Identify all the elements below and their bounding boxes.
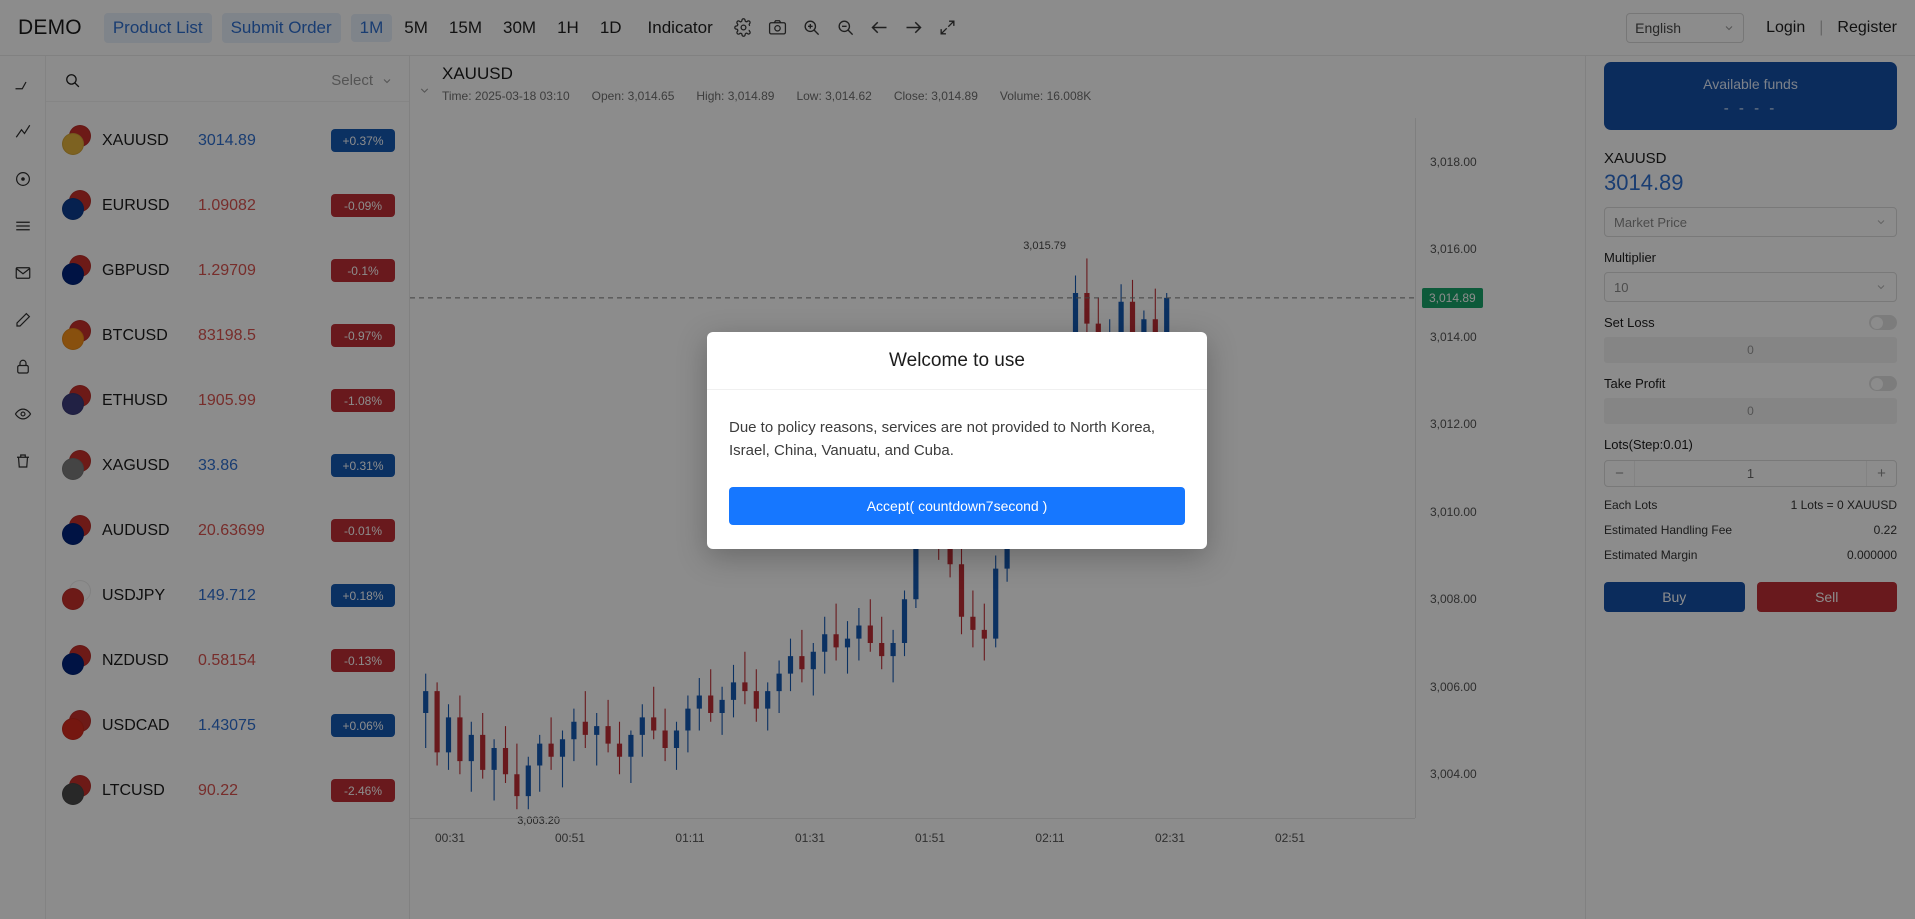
modal-body-text: Due to policy reasons, services are not … [729, 419, 1156, 460]
modal-title: Welcome to use [707, 332, 1207, 390]
trading-app: DEMO Product List Submit Order 1M 5M 15M 30… [0, 0, 1915, 919]
welcome-modal: Welcome to use Due to policy reasons, se… [707, 332, 1207, 549]
accept-button[interactable]: Accept( countdown7second ) [729, 486, 1185, 525]
modal-footer: Accept( countdown7second ) [707, 467, 1207, 549]
